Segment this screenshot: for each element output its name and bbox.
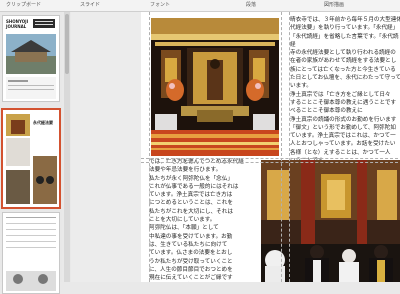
ribbon-group-font: フォント [150, 2, 171, 8]
ribbon-group-clipboard: クリップボード [6, 2, 42, 8]
layout-guide [281, 12, 282, 282]
scrollbar-thumb[interactable] [65, 14, 69, 74]
layout-guide [149, 12, 150, 282]
layout-guide [141, 158, 400, 159]
altar-photo[interactable] [151, 18, 279, 156]
layout-guide [141, 162, 400, 163]
thumbnail-page-graphic [6, 217, 56, 291]
layout-guide [289, 12, 290, 282]
right-column-text[interactable]: 晴衣寺では、３年前から毎年５月の大型連休 代経法要」を執り行っています。「永代経… [290, 16, 400, 162]
ribbon-group-paragraph: 段落 [246, 2, 257, 8]
ribbon-group-labels: クリップボード スライド フォント 段落 図形描画 [0, 0, 400, 12]
thumbnail-scrollbar[interactable] [64, 12, 70, 282]
slide-canvas: 晴衣寺では、３年前から毎年５月の大型連休 代経法要」を執り行っています。「永代経… [71, 12, 400, 282]
left-column-text[interactable]: では、亡き方を偲んでつとめる永代経 法要や年忌法要を行ひます。 私たちが永く阿弥… [149, 158, 273, 282]
slide-thumbnail-2[interactable]: 永代経法要 [1, 108, 61, 209]
thumbnail-masthead: 永代経法要 [33, 120, 53, 125]
ribbon-group-slide: スライド [80, 2, 101, 8]
document-page[interactable]: 晴衣寺では、３年前から毎年５月の大型連休 代経法要」を執り行っています。「永代経… [141, 12, 400, 282]
ribbon-group-drawing: 図形描画 [324, 2, 345, 8]
slide-thumbnail-1[interactable]: SHONYOJI JOURNAL [2, 15, 60, 102]
thumbnail-masthead: SHONYOJI JOURNAL [6, 19, 29, 29]
slide-thumbnail-pane: SHONYOJI JOURNAL 永代経法要 [0, 12, 62, 294]
